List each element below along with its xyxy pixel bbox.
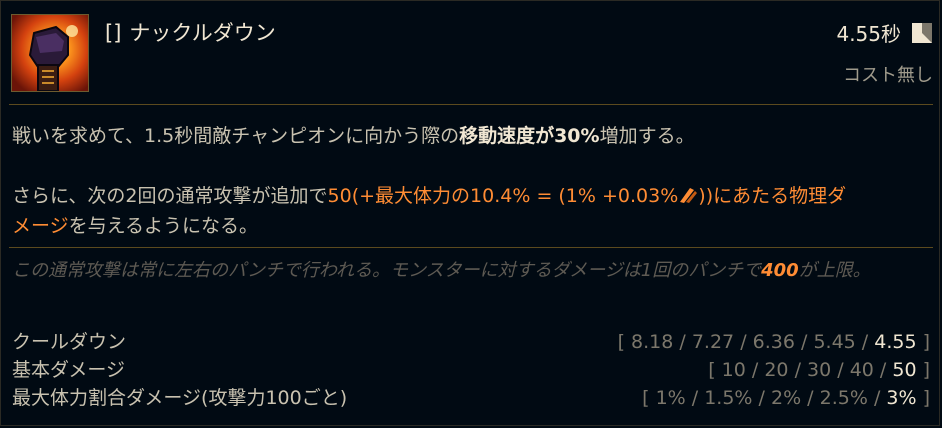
bonus-ad-icon (680, 188, 698, 203)
desc-text: さらに、次の2回の通常攻撃が追加で (12, 185, 328, 207)
description-line-2: さらに、次の2回の通常攻撃が追加で50(+最大体力の10.4% = (1% +0… (12, 181, 927, 211)
note-cap-value: 400 (761, 260, 799, 281)
ability-tooltip: [] ナックルダウン 4.55秒 コスト無し 戦いを求めて、1.5秒間敵チャンピオ… (0, 0, 940, 426)
stat-current: 50 (892, 359, 917, 381)
tooltip-header: [] ナックルダウン 4.55秒 コスト無し (1, 1, 941, 101)
move-speed-highlight: 移動速度が30% (459, 125, 600, 147)
desc-text: 増加する。 (599, 125, 695, 147)
description-line-3: メージを与えるようになる。 (12, 211, 927, 241)
damage-highlight-cont: メージ (12, 215, 69, 237)
desc-text: を与えるようになる。 (68, 215, 259, 237)
divider-top (9, 104, 933, 105)
stat-values: [ 10 / 20 / 30 / 40 / 50 ] (708, 359, 930, 381)
desc-text: 戦いを求めて、1.5秒間敵チャンピオンに向かう際の (12, 125, 460, 147)
stat-label: 基本ダメージ (12, 359, 126, 381)
note-text: が上限。 (798, 260, 871, 281)
ability-name: ナックルダウン (129, 21, 276, 45)
stat-label: 最大体力割合ダメージ(攻撃力100ごと) (12, 387, 348, 409)
ability-title: [] ナックルダウン (105, 17, 276, 47)
cooldown-icon (912, 22, 932, 43)
description-line-1: 戦いを求めて、1.5秒間敵チャンピオンに向かう際の移動速度が30%増加する。 (12, 121, 927, 151)
stat-row: 最大体力割合ダメージ(攻撃力100ごと) [ 1% / 1.5% / 2% / … (12, 384, 930, 412)
damage-highlight-tail: ))にあたる物理ダ (698, 185, 847, 207)
cooldown-row: 4.55秒 (836, 18, 933, 47)
damage-highlight: 50(+最大体力の10.4% = (1% +0.03% (327, 185, 679, 207)
stat-label: クールダウン (12, 331, 127, 353)
knuckle-down-ability-icon (11, 14, 89, 92)
ability-hotkey: [] (105, 21, 122, 45)
stat-values: [ 1% / 1.5% / 2% / 2.5% / 3% ] (642, 387, 930, 409)
stat-row: クールダウン [ 8.18 / 7.27 / 6.36 / 5.45 / 4.5… (12, 328, 930, 356)
divider-mid (9, 247, 933, 248)
ability-cost: コスト無し (843, 65, 933, 86)
stat-current: 3% (886, 387, 917, 409)
ability-stats: クールダウン [ 8.18 / 7.27 / 6.36 / 5.45 / 4.5… (12, 328, 930, 412)
cooldown-value: 4.55秒 (836, 22, 901, 46)
note-text: この通常攻撃は常に左右のパンチで行われる。モンスターに対するダメージは1回のパン… (12, 260, 762, 281)
stat-current: 4.55 (874, 331, 917, 353)
stat-values: [ 8.18 / 7.27 / 6.36 / 5.45 / 4.55 ] (617, 331, 930, 353)
ability-note: この通常攻撃は常に左右のパンチで行われる。モンスターに対するダメージは1回のパン… (12, 256, 932, 286)
stat-row: 基本ダメージ [ 10 / 20 / 30 / 40 / 50 ] (12, 356, 930, 384)
